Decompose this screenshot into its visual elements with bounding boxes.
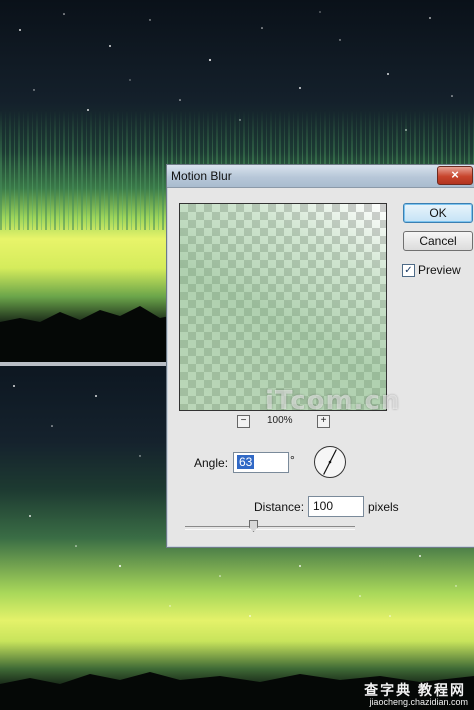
angle-dial[interactable] (313, 445, 347, 479)
itcom-watermark: iTcom.cn (265, 386, 401, 416)
site-badge: 查字典 教程网 jiaocheng.chazidian.com (340, 678, 474, 710)
site-url: jiaocheng.chazidian.com (369, 697, 468, 707)
angle-value: 63 (237, 455, 255, 469)
distance-slider-track[interactable] (185, 526, 355, 530)
dial-center (328, 460, 332, 464)
filter-preview[interactable] (179, 203, 387, 411)
degree-symbol: ° (290, 453, 295, 467)
preview-checkbox-label: Preview (418, 263, 461, 277)
close-button[interactable]: × (437, 166, 473, 185)
ok-button[interactable]: OK (403, 203, 473, 223)
blurred-preview-content (180, 204, 386, 410)
distance-input[interactable]: 100 (308, 496, 364, 517)
checkmark-icon: ✓ (404, 265, 413, 276)
preview-checkbox[interactable]: ✓ (402, 264, 415, 277)
distance-unit: pixels (368, 500, 399, 514)
angle-input[interactable]: 63 (233, 452, 289, 473)
zoom-in-button[interactable]: + (317, 415, 330, 428)
angle-label: Angle: (194, 456, 229, 470)
distance-label: Distance: (254, 500, 305, 514)
zoom-out-button[interactable]: − (237, 415, 250, 428)
distance-slider-thumb[interactable] (249, 520, 258, 532)
cancel-button[interactable]: Cancel (403, 231, 473, 251)
motion-blur-dialog: Motion Blur × − 100% + OK Cancel ✓ Previ… (166, 164, 474, 548)
dialog-titlebar[interactable]: Motion Blur × (167, 165, 474, 188)
dialog-title: Motion Blur (171, 169, 232, 183)
distance-value: 100 (313, 499, 334, 513)
zoom-level: 100% (267, 415, 293, 426)
